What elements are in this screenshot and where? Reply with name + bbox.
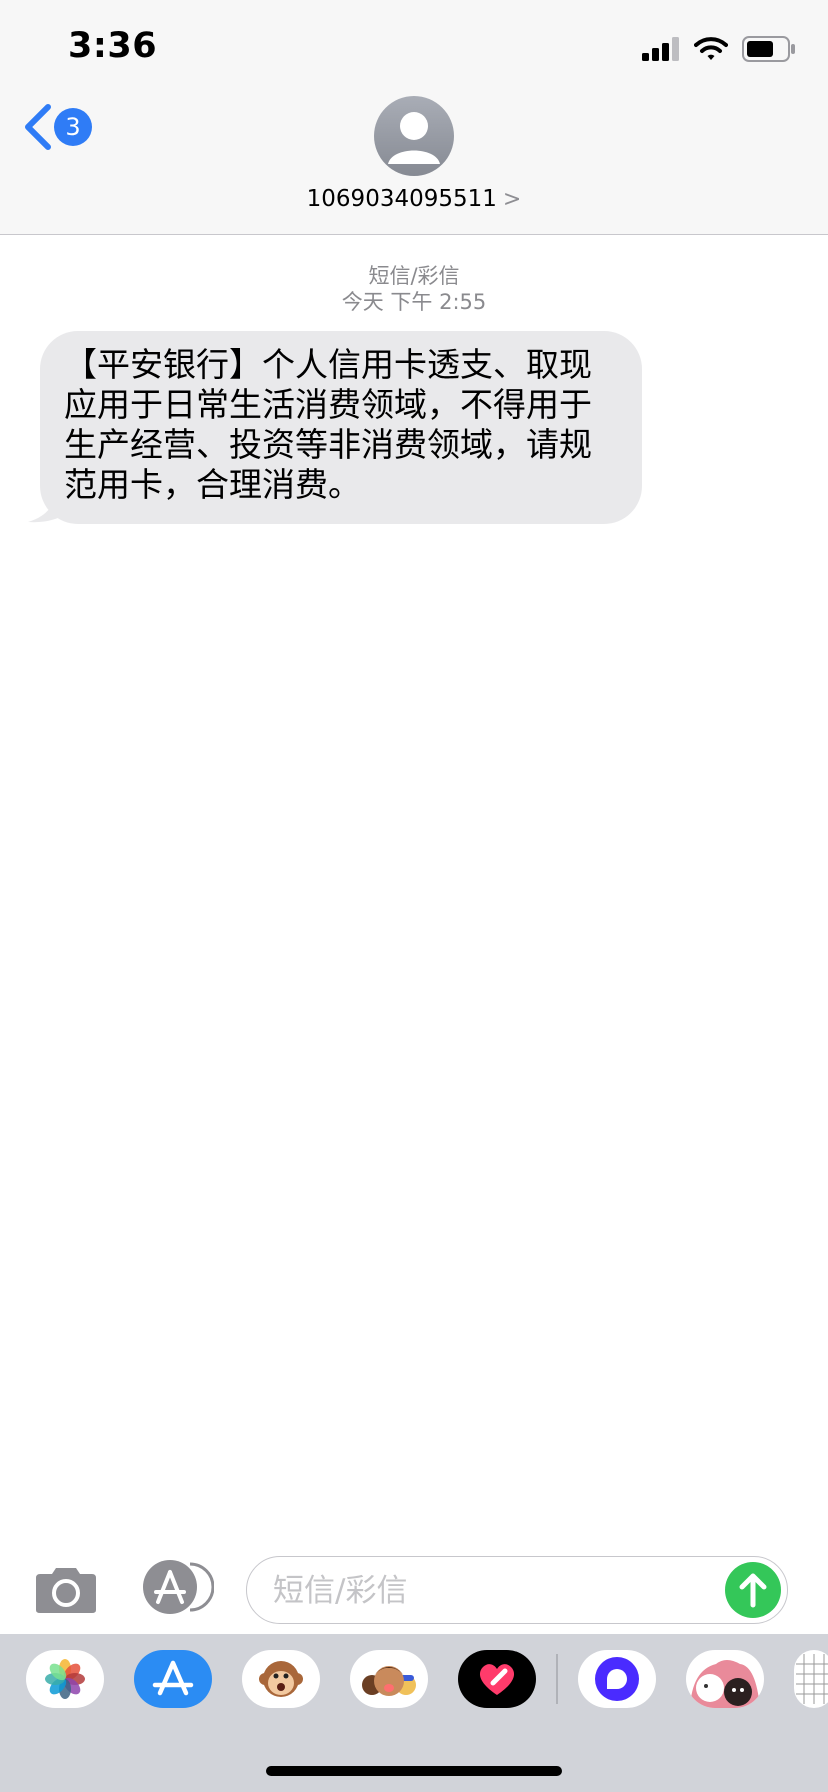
memoji-icon [362, 1666, 416, 1696]
message-input[interactable] [271, 1569, 705, 1613]
conversation-header: 3:36 3 1069034095511 > [0, 0, 828, 235]
message-input-field[interactable] [246, 1556, 788, 1624]
digital-touch-app-button[interactable] [458, 1650, 536, 1708]
app-store-app-button[interactable] [134, 1650, 212, 1708]
drawer-divider [556, 1654, 558, 1704]
sticker-app-button[interactable] [686, 1650, 764, 1708]
camera-button[interactable] [34, 1566, 98, 1618]
battery-icon [742, 36, 795, 62]
chevron-right-icon: > [502, 187, 522, 212]
app-store-icon [143, 1560, 215, 1614]
digital-touch-icon [479, 1664, 515, 1695]
cellular-signal-icon [642, 37, 679, 61]
sticker-app-icon [690, 1660, 760, 1708]
app-store-icon [152, 1660, 194, 1696]
memoji-app-button[interactable] [350, 1650, 428, 1708]
photos-app-button[interactable] [26, 1650, 104, 1708]
animoji-app-button[interactable] [242, 1650, 320, 1708]
home-indicator[interactable] [266, 1766, 562, 1776]
circle-app-button[interactable] [578, 1650, 656, 1708]
app-store-button[interactable] [140, 1560, 215, 1618]
back-button[interactable]: 3 [22, 104, 92, 150]
contact-number: 1069034095511 [306, 186, 497, 212]
message-line: 应用于日常生活消费领域，不得用于 [64, 385, 592, 424]
grid-app-button[interactable] [794, 1650, 828, 1708]
contact-name-button[interactable]: 1069034095511 > [0, 186, 828, 212]
contact-avatar[interactable] [374, 96, 454, 176]
person-icon [388, 112, 440, 164]
circle-app-icon [595, 1657, 639, 1701]
chevron-left-icon [25, 104, 51, 150]
message-line: 【平安银行】个人信用卡透支、取现 [64, 345, 592, 384]
unread-count-badge: 3 [54, 108, 92, 146]
wifi-icon [694, 37, 728, 60]
status-time: 3:36 [68, 26, 158, 66]
send-button[interactable] [725, 1562, 781, 1618]
photos-icon [45, 1659, 85, 1699]
status-indicators [642, 36, 796, 62]
arrow-up-icon [739, 1573, 767, 1608]
message-timestamp: 今天 下午 2:55 [341, 290, 487, 314]
incoming-message-bubble[interactable]: 【平安银行】个人信用卡透支、取现 应用于日常生活消费领域，不得用于 生产经营、投… [40, 331, 642, 524]
message-line: 范用卡，合理消费。 [64, 465, 361, 504]
camera-icon [36, 1568, 96, 1613]
message-line: 生产经营、投资等非消费领域，请规 [64, 425, 592, 464]
grid-app-icon [796, 1654, 828, 1704]
animoji-monkey-icon [259, 1661, 303, 1697]
